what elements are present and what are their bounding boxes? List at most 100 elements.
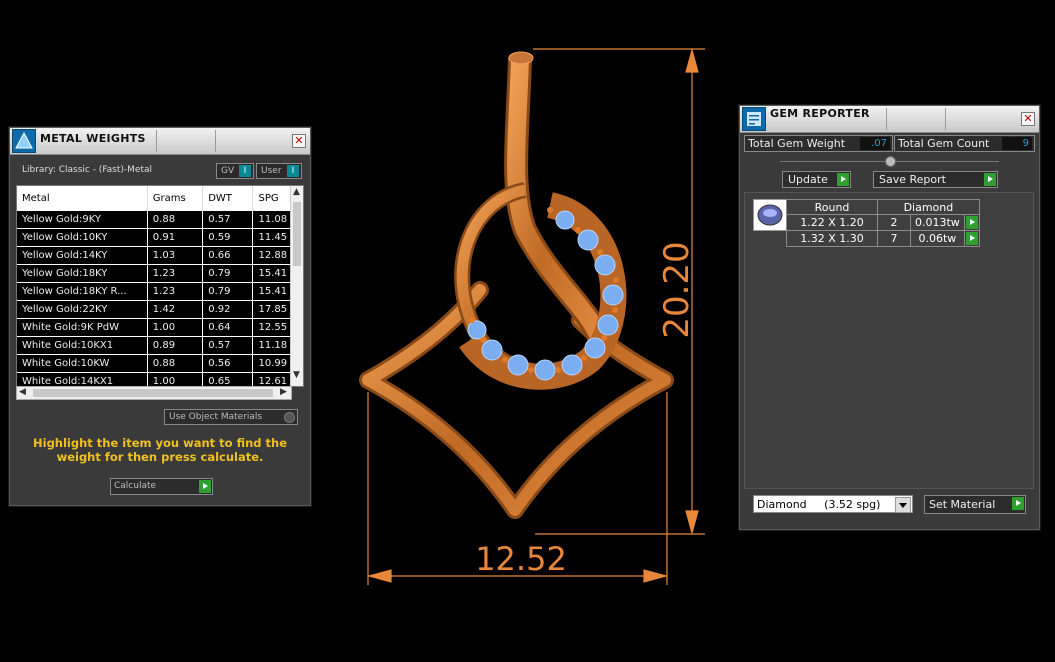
calculate-label: Calculate bbox=[114, 481, 157, 491]
metal-name-cell: Yellow Gold:10KY bbox=[17, 228, 148, 247]
metal-table-grid: Metal Grams DWT SPG Yellow Gold:9KY 0.88 0… bbox=[17, 186, 303, 386]
gem-size: 1.22 X 1.20 bbox=[786, 214, 878, 231]
instruction-text: Highlight the item you want to find the … bbox=[33, 436, 287, 464]
metal-name-cell: Yellow Gold:18KY R... bbox=[17, 282, 148, 301]
scroll-up-icon[interactable]: ▲ bbox=[293, 187, 300, 197]
scroll-down-icon[interactable]: ▼ bbox=[293, 370, 300, 380]
scroll-left-icon[interactable]: ◀ bbox=[19, 387, 26, 397]
column-header-grams[interactable]: Grams bbox=[147, 186, 204, 211]
total-gem-count-value: 9 bbox=[1002, 137, 1032, 150]
metal-weights-close-icon[interactable]: ✕ bbox=[292, 134, 306, 148]
width-dimension-label: 12.52 bbox=[475, 540, 567, 578]
gv-label: GV bbox=[221, 166, 235, 176]
gem-size: 1.32 X 1.30 bbox=[786, 230, 878, 247]
metal-weights-titlebar[interactable]: METAL WEIGHTS ✕ bbox=[10, 128, 310, 155]
metal-table[interactable]: Metal Grams DWT SPG Yellow Gold:9KY 0.88 0… bbox=[16, 185, 304, 387]
user-toggle-icon[interactable]: I bbox=[287, 165, 299, 177]
gem-table: Round Diamond 1.22 X 1.20 2 0.013tw 1.32… bbox=[786, 199, 980, 247]
gem-count: 2 bbox=[877, 214, 911, 231]
set-material-go-icon[interactable] bbox=[1012, 497, 1024, 510]
grams-cell: 1.03 bbox=[147, 246, 204, 265]
titlebar-separator bbox=[886, 108, 887, 130]
metal-table-vertical-scrollbar[interactable]: ▲ ▼ bbox=[290, 186, 303, 386]
dwt-cell: 0.64 bbox=[202, 318, 254, 337]
gem-row[interactable]: 1.22 X 1.20 2 0.013tw bbox=[786, 214, 980, 231]
column-header-dwt[interactable]: DWT bbox=[202, 186, 254, 211]
metal-weights-title: METAL WEIGHTS bbox=[40, 132, 146, 145]
update-go-icon[interactable] bbox=[837, 173, 849, 186]
total-gem-weight-field: Total Gem Weight .07 bbox=[744, 135, 893, 152]
table-row[interactable]: Yellow Gold:18KY 1.23 0.79 15.41 bbox=[17, 264, 303, 283]
use-object-materials-option[interactable]: Use Object Materials bbox=[164, 409, 298, 425]
gem-row-go-icon[interactable] bbox=[965, 232, 978, 245]
gem-shape-thumbnail[interactable] bbox=[753, 199, 787, 231]
metal-table-header: Metal Grams DWT SPG bbox=[17, 186, 303, 211]
save-report-label: Save Report bbox=[879, 173, 946, 186]
save-report-button[interactable]: Save Report bbox=[873, 171, 998, 188]
user-toggle[interactable]: User I bbox=[256, 163, 302, 179]
update-button[interactable]: Update bbox=[782, 171, 851, 188]
dwt-cell: 0.57 bbox=[202, 336, 254, 355]
metal-weights-app-icon bbox=[12, 129, 36, 153]
metal-name-cell: White Gold:10KX1 bbox=[17, 336, 148, 355]
gem-count: 7 bbox=[877, 230, 911, 247]
collapse-toggle-icon[interactable] bbox=[885, 156, 896, 167]
metal-name-cell: Yellow Gold:14KY bbox=[17, 246, 148, 265]
metal-name-cell: Yellow Gold:22KY bbox=[17, 300, 148, 319]
gv-toggle-icon[interactable]: I bbox=[239, 165, 251, 177]
grams-cell: 0.89 bbox=[147, 336, 204, 355]
scroll-thumb[interactable] bbox=[293, 202, 301, 266]
table-row[interactable]: White Gold:9K PdW 1.00 0.64 12.55 bbox=[17, 318, 303, 337]
table-row[interactable]: Yellow Gold:18KY R... 1.23 0.79 15.41 bbox=[17, 282, 303, 301]
gem-reporter-title: GEM REPORTER bbox=[770, 107, 870, 120]
titlebar-separator bbox=[945, 108, 946, 130]
metal-name-cell: White Gold:14KX1 bbox=[17, 372, 148, 386]
gv-toggle[interactable]: GV I bbox=[216, 163, 254, 179]
gem-reporter-titlebar[interactable]: GEM REPORTER ✕ bbox=[740, 106, 1039, 133]
gem-weight: 0.013tw bbox=[910, 214, 965, 231]
grams-cell: 1.00 bbox=[147, 318, 204, 337]
table-row[interactable]: White Gold:14KX1 1.00 0.65 12.61 bbox=[17, 372, 303, 386]
horizontal-scroll-thumb[interactable] bbox=[33, 389, 273, 397]
set-material-label: Set Material bbox=[929, 498, 996, 511]
calculate-go-icon[interactable] bbox=[199, 480, 211, 493]
metal-weights-panel: METAL WEIGHTS ✕ Library: Classic - (Fast… bbox=[9, 127, 311, 506]
total-gem-weight-value: .07 bbox=[860, 137, 890, 150]
gem-reporter-close-icon[interactable]: ✕ bbox=[1021, 112, 1035, 126]
scroll-right-icon[interactable]: ▶ bbox=[280, 387, 287, 397]
grams-cell: 1.42 bbox=[147, 300, 204, 319]
table-row[interactable]: Yellow Gold:14KY 1.03 0.66 12.88 bbox=[17, 246, 303, 265]
update-label: Update bbox=[788, 173, 828, 186]
table-row[interactable]: White Gold:10KX1 0.89 0.57 11.18 bbox=[17, 336, 303, 355]
grams-cell: 1.23 bbox=[147, 264, 204, 283]
table-row[interactable]: Yellow Gold:9KY 0.88 0.57 11.08 bbox=[17, 210, 303, 229]
dwt-cell: 0.79 bbox=[202, 282, 254, 301]
table-row[interactable]: Yellow Gold:22KY 1.42 0.92 17.85 bbox=[17, 300, 303, 319]
titlebar-separator bbox=[215, 130, 216, 152]
material-dropdown[interactable]: Diamond (3.52 spg) bbox=[753, 495, 913, 513]
table-row[interactable]: Yellow Gold:10KY 0.91 0.59 11.45 bbox=[17, 228, 303, 247]
metal-table-horizontal-scrollbar[interactable]: ◀ ▶ bbox=[16, 386, 292, 400]
material-dropdown-value: Diamond (3.52 spg) bbox=[757, 498, 881, 511]
gem-material-header: Diamond bbox=[877, 199, 980, 215]
total-gem-count-field: Total Gem Count 9 bbox=[894, 135, 1035, 152]
gem-row-select[interactable] bbox=[963, 230, 980, 247]
gem-row-select[interactable] bbox=[963, 214, 980, 231]
use-object-materials-label: Use Object Materials bbox=[169, 412, 263, 422]
calculate-button[interactable]: Calculate bbox=[110, 478, 213, 495]
column-header-metal[interactable]: Metal bbox=[17, 186, 148, 211]
save-report-go-icon[interactable] bbox=[984, 173, 996, 186]
gem-row[interactable]: 1.32 X 1.30 7 0.06tw bbox=[786, 230, 980, 247]
use-object-materials-radio[interactable] bbox=[284, 412, 295, 423]
chevron-down-icon[interactable] bbox=[895, 497, 911, 513]
gem-weight: 0.06tw bbox=[910, 230, 965, 247]
gem-reporter-app-icon bbox=[742, 107, 766, 131]
metal-name-cell: White Gold:9K PdW bbox=[17, 318, 148, 337]
gem-row-go-icon[interactable] bbox=[965, 216, 978, 229]
3d-viewport[interactable]: 20.20 12.52 bbox=[320, 40, 730, 600]
library-label: Library: Classic - (Fast)-Metal bbox=[22, 165, 153, 175]
grams-cell: 0.88 bbox=[147, 354, 204, 373]
gem-table-header: Round Diamond bbox=[786, 199, 980, 215]
set-material-button[interactable]: Set Material bbox=[924, 495, 1026, 514]
table-row[interactable]: White Gold:10KW 0.88 0.56 10.99 bbox=[17, 354, 303, 373]
